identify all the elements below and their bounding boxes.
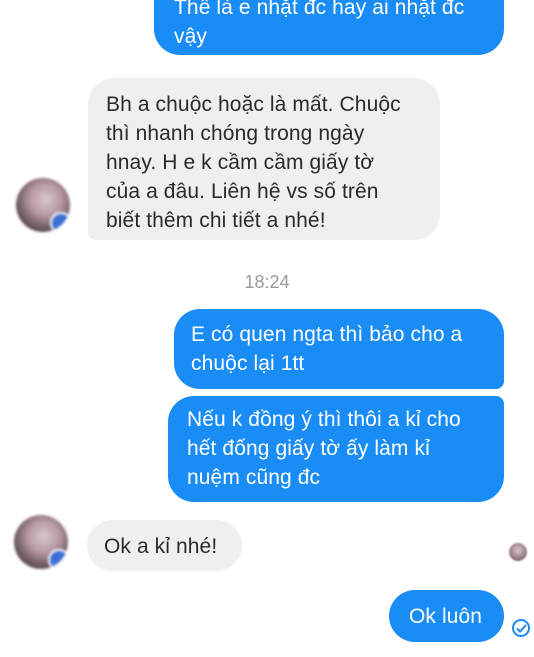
online-badge-icon: [50, 212, 70, 232]
checkmark-icon: [516, 624, 527, 633]
message-timestamp: 18:24: [244, 272, 290, 292]
check-circle-icon: [512, 619, 530, 637]
message-bubble-outgoing[interactable]: Ok luôn: [389, 590, 504, 642]
message-bubble-incoming[interactable]: Ok a kỉ nhé!: [87, 520, 242, 571]
seen-avatar-icon: [509, 543, 527, 561]
message-bubble-outgoing[interactable]: E có quen ngta thì bảo cho a chuộc lại 1…: [174, 309, 504, 389]
online-badge-icon: [48, 549, 68, 569]
contact-avatar-icon[interactable]: [16, 178, 70, 232]
contact-avatar-icon[interactable]: [14, 515, 68, 569]
message-bubble-outgoing[interactable]: Nếu k đồng ý thì thôi a kỉ cho hết đống …: [168, 396, 504, 502]
message-bubble-incoming[interactable]: Bh a chuộc hoặc là mất. Chuộc thì nhanh …: [88, 78, 440, 240]
message-bubble-outgoing[interactable]: Thế là e nhặt đc hay ai nhặt đc vậy: [154, 0, 504, 55]
